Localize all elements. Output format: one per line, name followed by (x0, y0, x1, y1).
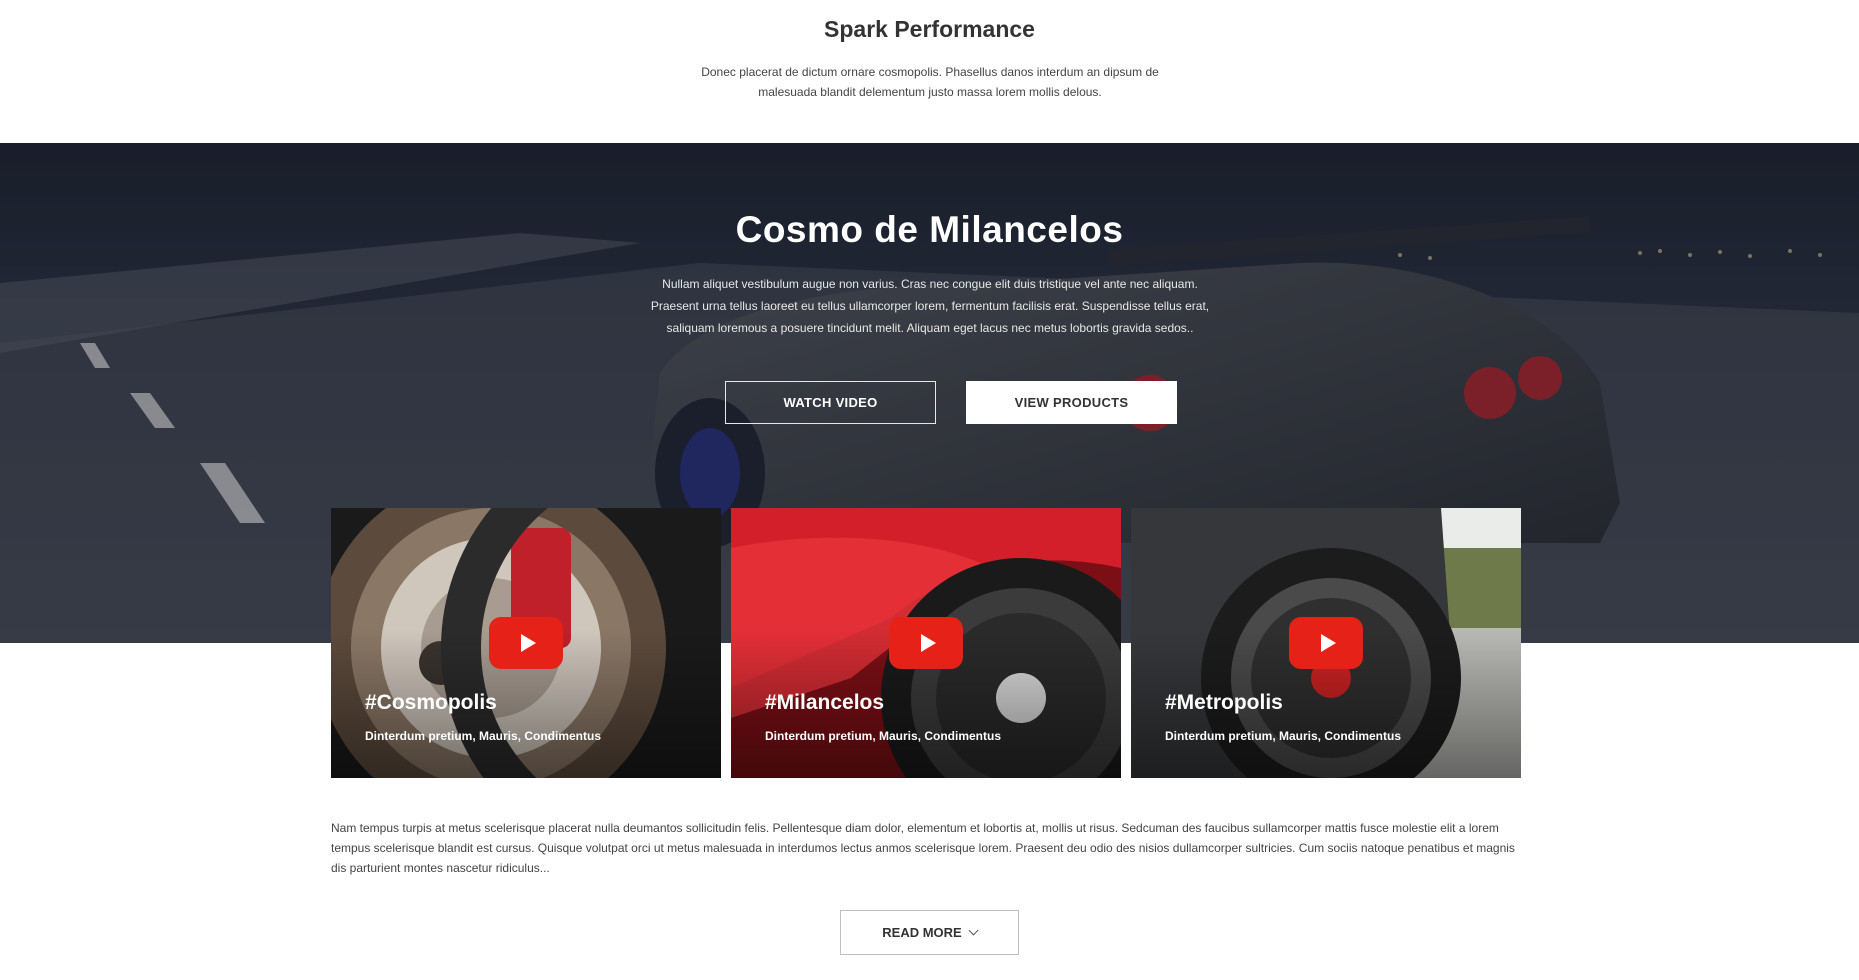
intro-section: Spark Performance Donec placerat de dict… (0, 0, 1859, 143)
hero-text: Nullam aliquet vestibulum augue non vari… (650, 277, 1210, 335)
view-products-button[interactable]: VIEW PRODUCTS (966, 381, 1177, 424)
play-icon[interactable] (889, 617, 963, 669)
card-tag: #Cosmopolis (365, 691, 497, 714)
intro-text: Donec placerat de dictum ornare cosmopol… (701, 65, 1159, 99)
video-card-cosmopolis[interactable]: #Cosmopolis Dinterdum pretium, Mauris, C… (331, 508, 721, 778)
card-tag: #Metropolis (1165, 691, 1283, 714)
play-triangle-icon (520, 634, 536, 652)
play-triangle-icon (920, 634, 936, 652)
hero-title: Cosmo de Milancelos (735, 209, 1124, 250)
card-subtitle: Dinterdum pretium, Mauris, Condimentus (765, 729, 1002, 743)
read-more-label: READ MORE (882, 925, 962, 940)
watch-video-button[interactable]: WATCH VIDEO (725, 381, 936, 424)
card-subtitle: Dinterdum pretium, Mauris, Condimentus (1165, 729, 1402, 743)
body-paragraph: Nam tempus turpis at metus scelerisque p… (331, 821, 1515, 875)
card-tag: #Milancelos (765, 691, 885, 714)
video-cards: #Cosmopolis Dinterdum pretium, Mauris, C… (331, 508, 1521, 778)
card-subtitle: Dinterdum pretium, Mauris, Condimentus (365, 729, 602, 743)
video-card-milancelos[interactable]: #Milancelos Dinterdum pretium, Mauris, C… (731, 508, 1121, 778)
read-more-button[interactable]: READ MORE (840, 910, 1019, 955)
video-card-metropolis[interactable]: #Metropolis Dinterdum pretium, Mauris, C… (1131, 508, 1521, 778)
chevron-down-icon (968, 925, 979, 936)
intro-title: Spark Performance (824, 16, 1035, 42)
play-icon[interactable] (489, 617, 563, 669)
play-triangle-icon (1320, 634, 1336, 652)
play-icon[interactable] (1289, 617, 1363, 669)
